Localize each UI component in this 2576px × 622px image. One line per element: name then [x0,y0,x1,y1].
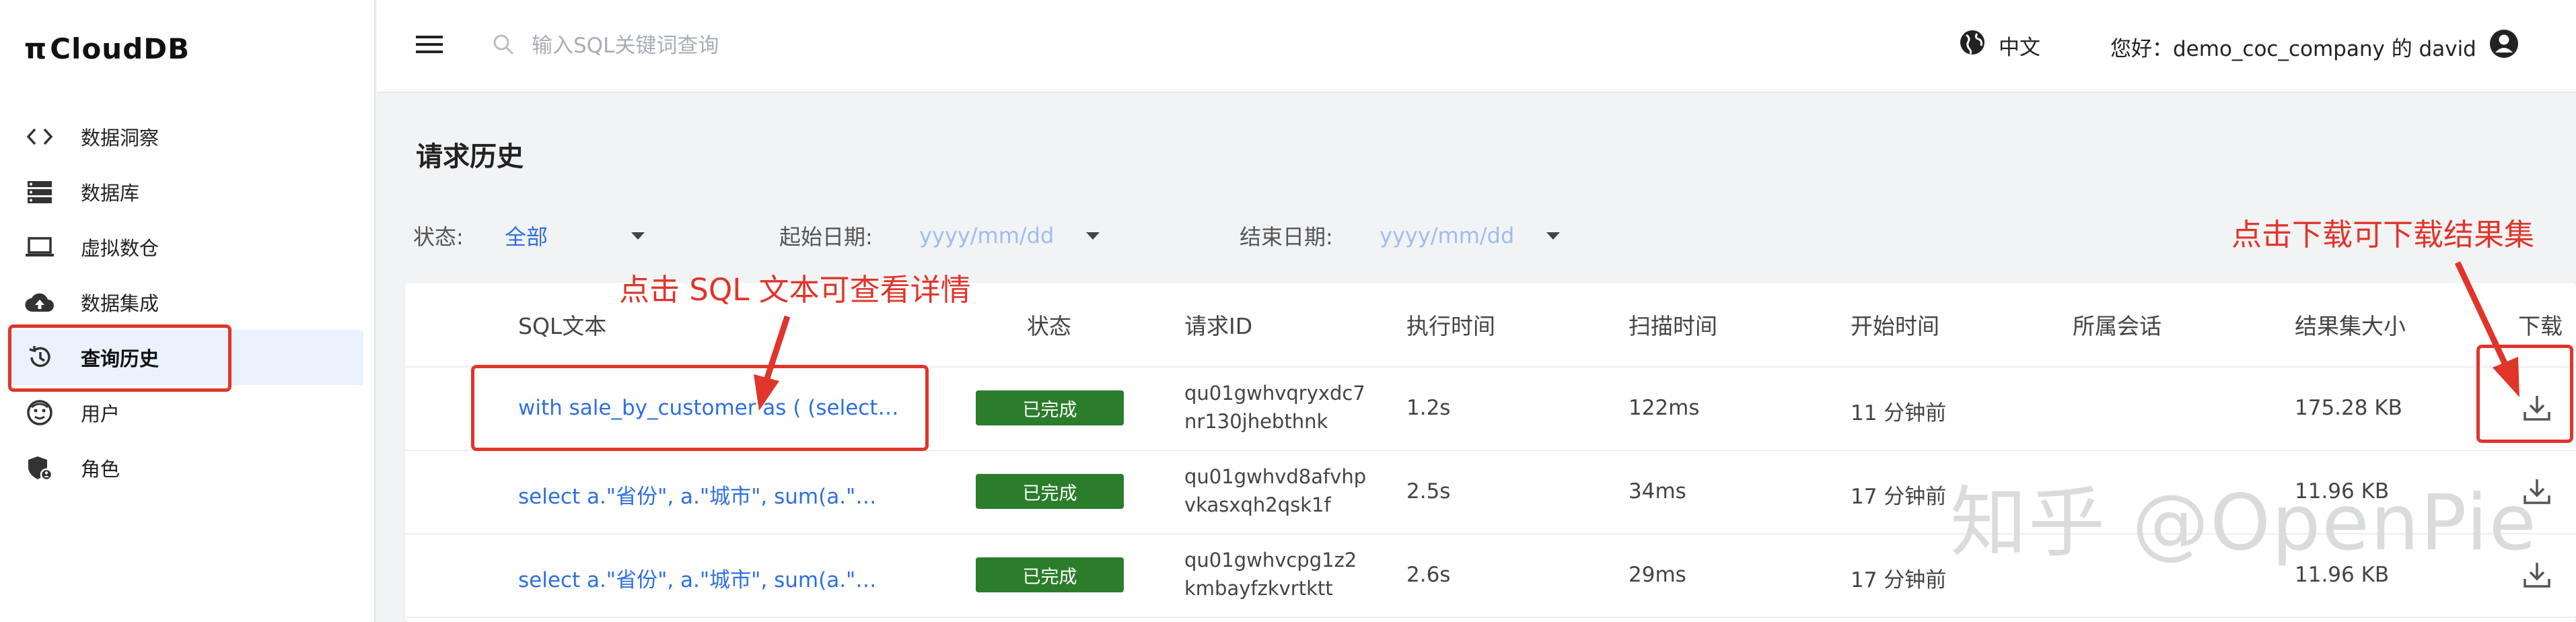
start-date-placeholder: yyyy/mm/dd [919,223,1054,248]
exec-time: 1.2s [1406,396,1451,420]
end-date-picker[interactable]: yyyy/mm/dd [1380,217,1560,254]
download-icon[interactable] [2521,392,2553,424]
table-row: with sale_by_customer as ( (select… 已完成 … [405,366,2576,451]
user-menu[interactable]: 您好：demo_coc_company 的 david [2110,28,2519,65]
request-id: qu01gwhvcpg1z2 kmbayfzkvrtktt [1184,549,1357,600]
end-date-label: 结束日期: [1240,224,1333,250]
end-date-placeholder: yyyy/mm/dd [1380,223,1515,248]
start-time: 17 分钟前 [1851,485,1947,509]
search-input[interactable] [530,33,1004,59]
greeting-text: 您好：demo_coc_company 的 david [2110,36,2476,61]
sidebar-item-label: 数据库 [81,182,140,205]
chevron-down-icon [1546,232,1560,240]
sidebar-item-query-history[interactable]: 查询历史 [7,330,363,385]
logo-text: CloudDB [50,32,190,65]
sidebar-item-label: 用户 [81,403,120,425]
request-id: qu01gwhvqryxdc7 nr130jhebthnk [1184,382,1365,433]
exec-time: 2.6s [1406,563,1451,587]
status-filter-label: 状态: [413,224,464,250]
sidebar-item-label: 虚拟数仓 [81,237,159,260]
menu-toggle-icon[interactable] [415,32,444,57]
app-logo[interactable]: π CloudDB [24,28,190,69]
column-header-exec-time[interactable]: 执行时间 [1406,308,1495,341]
column-header-download: 下载 [2518,313,2563,339]
status-badge: 已完成 [976,390,1124,425]
sidebar-item-label: 角色 [81,458,120,481]
sql-text-link[interactable]: select a."省份", a."城市", sum(a."… [518,563,876,593]
search-bar [491,27,1004,65]
sidebar-item-label: 查询历史 [81,347,159,370]
page-title: 请求历史 [416,141,524,172]
search-icon [491,32,515,59]
chevron-down-icon [1086,232,1100,240]
status-select[interactable]: 全部 [505,217,645,254]
column-header-session[interactable]: 所属会话 [2073,308,2161,341]
request-id: qu01gwhvd8afvhp vkasxqh2qsk1f [1184,465,1367,516]
status-badge: 已完成 [976,474,1124,509]
sql-text-link[interactable]: select a."省份", a."城市", sum(a."… [518,479,876,510]
sidebar-item-insights[interactable]: 数据洞察 [0,109,375,164]
download-hint-annotation: 点击下载可下载结果集 [2231,217,2535,252]
laptop-icon [23,230,57,264]
sidebar-item-label: 数据洞察 [81,127,159,149]
sidebar-item-roles[interactable]: 角色 [0,440,375,495]
result-size: 175.28 KB [2295,396,2402,420]
sidebar-item-users[interactable]: 用户 [0,385,375,440]
history-icon [23,341,57,374]
start-time: 17 分钟前 [1851,568,1947,592]
status-badge: 已完成 [976,557,1124,592]
database-icon [23,175,57,209]
sql-text-link[interactable]: with sale_by_customer as ( (select… [518,396,898,420]
sidebar-item-database[interactable]: 数据库 [0,164,375,219]
scan-time: 122ms [1629,396,1700,420]
filter-bar: 状态: 全部 起始日期: yyyy/mm/dd 结束日期: yyyy/mm/dd [413,217,1624,254]
top-bar: 中文 您好：demo_coc_company 的 david [377,0,2576,93]
language-switch[interactable]: 中文 [1958,28,2040,62]
sidebar-item-integration[interactable]: 数据集成 [0,275,375,330]
sidebar: π CloudDB 数据洞察 数据库 虚拟数仓 数据集成 查询历史 用户 角色 [0,0,375,622]
start-date-label: 起始日期: [779,224,873,250]
user-icon [23,396,57,429]
scan-time: 34ms [1629,479,1686,504]
sidebar-nav: 数据洞察 数据库 虚拟数仓 数据集成 查询历史 用户 角色 [0,109,375,495]
chevron-down-icon [631,232,645,240]
column-header-status[interactable]: 状态 [1027,308,1071,341]
logo-prefix: π [24,32,48,65]
start-date-picker[interactable]: yyyy/mm/dd [919,217,1100,254]
column-header-sql[interactable]: SQL文本 [518,308,606,341]
sidebar-item-label: 数据集成 [81,292,159,315]
cloud-upload-icon [23,285,57,319]
sql-hint-annotation: 点击 SQL 文本可查看详情 [619,272,971,308]
scan-time: 29ms [1629,563,1686,587]
column-header-scan-time[interactable]: 扫描时间 [1629,308,1717,341]
globe-icon [1958,28,1987,62]
exec-time: 2.5s [1406,479,1451,504]
column-header-start-time[interactable]: 开始时间 [1851,308,1939,341]
account-icon [2489,28,2519,65]
start-time: 11 分钟前 [1851,401,1947,425]
watermark: 知乎 @OpenPie [1950,478,2538,567]
code-icon [23,120,57,153]
column-header-result-size[interactable]: 结果集大小 [2295,308,2406,341]
column-header-request-id[interactable]: 请求ID [1184,308,1252,341]
role-icon [23,451,57,485]
sidebar-item-virtual-warehouse[interactable]: 虚拟数仓 [0,219,375,275]
language-label: 中文 [1999,35,2040,60]
status-select-value: 全部 [505,224,548,250]
